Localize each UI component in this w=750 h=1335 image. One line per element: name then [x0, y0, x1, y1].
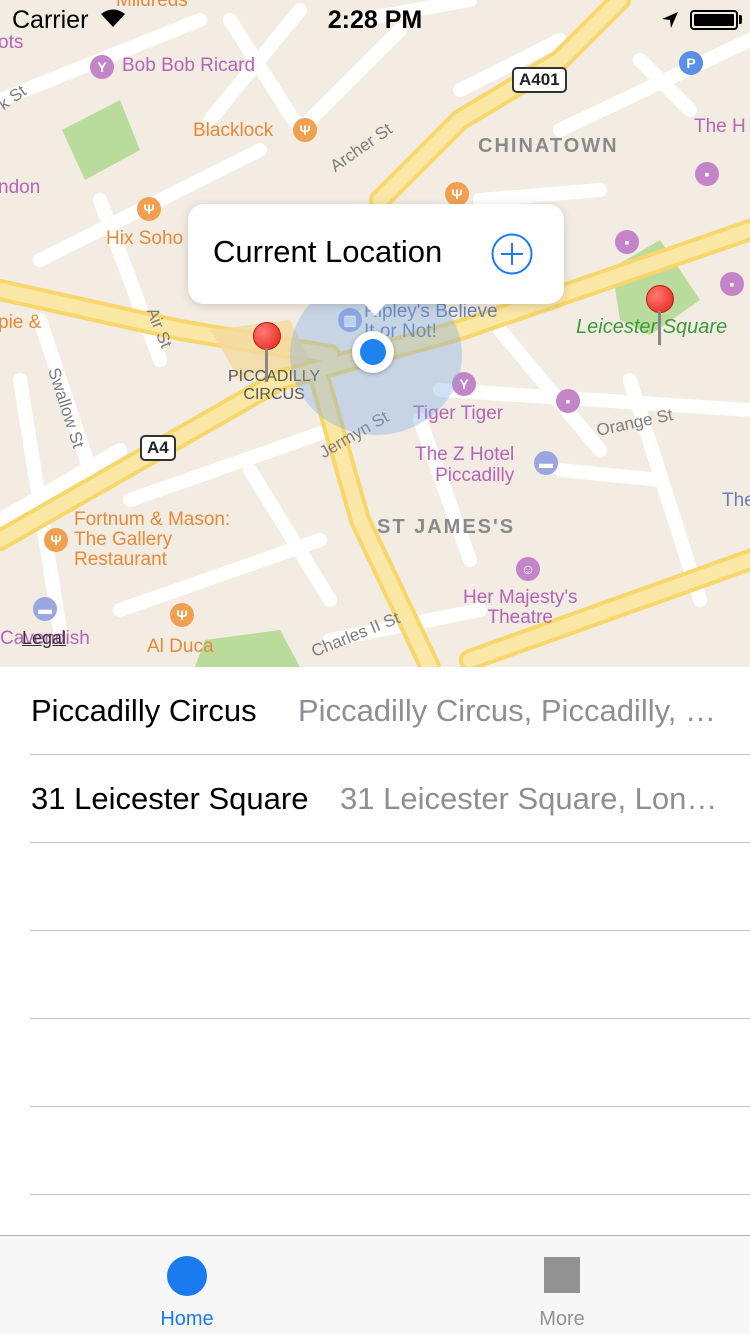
- user-location-dot[interactable]: [352, 331, 394, 373]
- restaurant-icon[interactable]: Ψ: [137, 197, 161, 221]
- tab-more[interactable]: More: [472, 1236, 652, 1335]
- poi-hix-soho-label[interactable]: Hix Soho: [106, 228, 183, 250]
- battery-tip: [739, 15, 742, 24]
- poi-fortnum-label[interactable]: Fortnum & Mason: The Gallery Restaurant: [74, 510, 230, 570]
- poi-z-hotel-label[interactable]: The Z Hotel Piccadilly: [415, 444, 514, 486]
- poi-blacklock-label[interactable]: Blacklock: [193, 120, 273, 142]
- table-row[interactable]: 31 Leicester Square 31 Leicester Square,…: [0, 755, 750, 843]
- hotel-icon[interactable]: ▬: [33, 597, 57, 621]
- pin-head: [253, 322, 281, 350]
- current-location-callout[interactable]: Current Location: [188, 204, 564, 304]
- restaurant-icon[interactable]: Ψ: [44, 528, 68, 552]
- cinema-icon[interactable]: ▪: [556, 389, 580, 413]
- more-square-icon: [544, 1257, 580, 1293]
- poi-pie-label: pie &: [0, 312, 42, 333]
- row-separator: [30, 1194, 750, 1195]
- row-address: 31 Leicester Square, London WC2H 7LA, En…: [340, 781, 720, 816]
- user-location-inner: [360, 339, 386, 365]
- status-time: 2:28 PM: [327, 6, 423, 34]
- battery-level: [694, 14, 734, 26]
- poi-the-h-label: The H: [694, 116, 746, 137]
- restaurant-icon[interactable]: Ψ: [293, 118, 317, 142]
- theatre-icon[interactable]: ☺: [516, 557, 540, 581]
- empty-row: [0, 843, 750, 931]
- road-badge-a401: A401: [512, 67, 567, 93]
- district-st-james-label: ST JAMES'S: [377, 516, 516, 538]
- hotel-icon[interactable]: ▬: [534, 451, 558, 475]
- tab-home[interactable]: Home: [97, 1236, 277, 1335]
- callout-tail: [361, 300, 389, 316]
- row-address: Piccadilly Circus, Piccadilly, London W1…: [298, 693, 720, 728]
- add-location-icon[interactable]: [491, 233, 533, 275]
- pin-stem: [658, 311, 661, 345]
- tab-home-label: Home: [160, 1308, 214, 1330]
- map-pin-piccadilly-circus[interactable]: [253, 322, 281, 382]
- row-name: Piccadilly Circus: [31, 693, 257, 728]
- restaurant-icon[interactable]: Ψ: [445, 182, 469, 206]
- pin-stem: [265, 348, 268, 382]
- empty-row: [0, 1107, 750, 1195]
- bar-icon[interactable]: Y: [90, 55, 114, 79]
- tab-more-label: More: [539, 1308, 585, 1330]
- poi-ndon-label: ndon: [0, 177, 41, 198]
- empty-row: [0, 1019, 750, 1107]
- tab-bar: Home More: [0, 1235, 750, 1334]
- row-name: 31 Leicester Square: [31, 781, 309, 816]
- cinema-icon[interactable]: ▪: [695, 162, 719, 186]
- parking-icon[interactable]: P: [679, 51, 703, 75]
- pin-head: [646, 285, 674, 313]
- poi-bob-bob-ricard-label[interactable]: Bob Bob Ricard: [122, 55, 255, 77]
- cinema-icon[interactable]: ▪: [615, 230, 639, 254]
- poi-the-label: The: [722, 490, 750, 511]
- legal-link[interactable]: Legal: [22, 628, 66, 649]
- road-badge-a4: A4: [140, 435, 176, 461]
- location-services-icon: [662, 12, 678, 28]
- table-row[interactable]: Piccadilly Circus Piccadilly Circus, Pic…: [0, 667, 750, 755]
- empty-row: [0, 931, 750, 1019]
- callout-title: Current Location: [213, 234, 443, 269]
- map-view[interactable]: Mildreds Y Bob Bob Ricard Blacklock Ψ Ψ …: [0, 0, 750, 667]
- status-bar: Carrier 2:28 PM: [0, 0, 750, 40]
- district-chinatown-label: CHINATOWN: [478, 135, 619, 157]
- home-circle-icon: [167, 1256, 207, 1296]
- restaurant-icon[interactable]: Ψ: [170, 603, 194, 627]
- locations-table[interactable]: Piccadilly Circus Piccadilly Circus, Pic…: [0, 667, 750, 1235]
- poi-al-duca-label[interactable]: Al Duca: [147, 636, 214, 658]
- cinema-icon[interactable]: ▪: [720, 272, 744, 296]
- map-pin-leicester-square[interactable]: [646, 285, 674, 345]
- battery-icon: [690, 10, 738, 30]
- poi-her-majestys-label[interactable]: Her Majesty's Theatre: [463, 588, 577, 628]
